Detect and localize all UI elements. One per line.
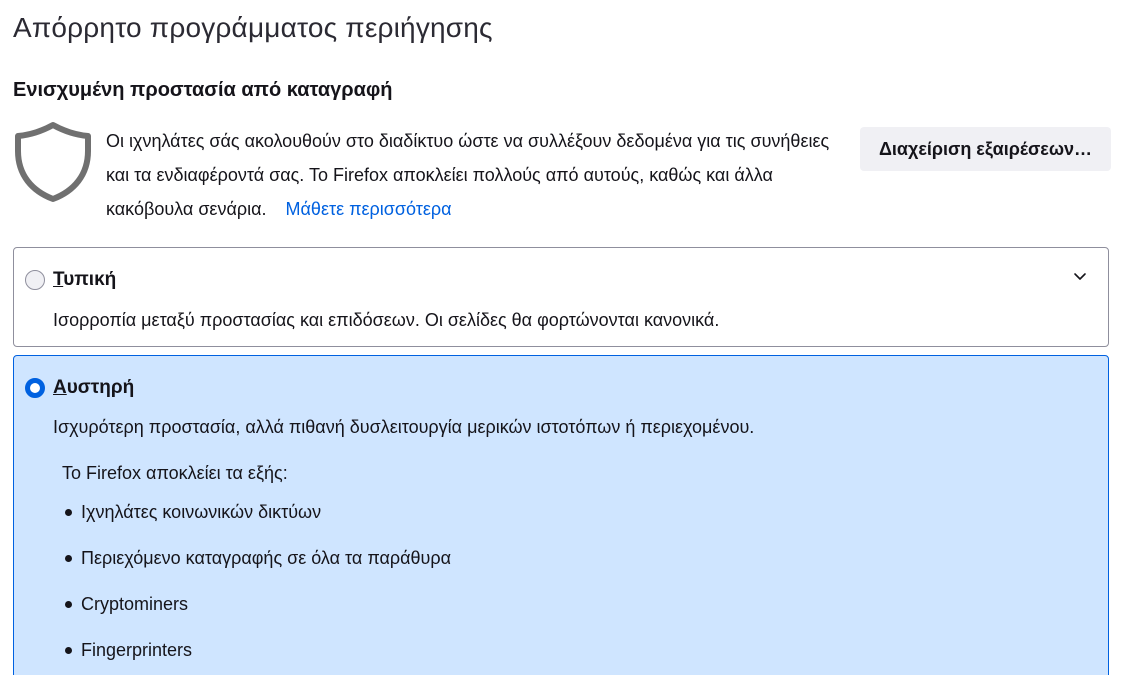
strict-description: Ισχυρότερη προστασία, αλλά πιθανή δυσλει…	[53, 417, 755, 437]
chevron-down-icon[interactable]	[1072, 268, 1088, 284]
list-item: Ιχνηλάτες κοινωνικών δικτύων	[62, 497, 451, 543]
list-item-text: Fingerprinters	[81, 640, 193, 660]
standard-label: Τυπική	[53, 269, 116, 291]
list-item-text: Ιχνηλάτες κοινωνικών δικτύων	[81, 502, 322, 522]
strict-blocks-intro: Το Firefox αποκλείει τα εξής:	[62, 463, 288, 483]
standard-label-rest: υπική	[63, 269, 117, 290]
etp-description: Οι ιχνηλάτες σάς ακολουθούν στο διαδίκτυ…	[106, 124, 846, 226]
standard-description: Ισορροπία μεταξύ προστασίας και επιδόσεω…	[53, 310, 720, 330]
list-item: Fingerprinters	[62, 635, 451, 675]
list-item-text: Cryptominers	[81, 594, 189, 614]
standard-radio[interactable]	[25, 270, 45, 290]
bullet	[65, 555, 72, 562]
strict-label: Αυστηρή	[53, 377, 134, 399]
bullet	[65, 647, 72, 654]
etp-section-title: Ενισχυμένη προστασία από καταγραφή	[13, 79, 393, 101]
manage-exceptions-button[interactable]: Διαχείριση εξαιρέσεων…	[860, 127, 1111, 171]
standard-label-accesskey: Τ	[53, 269, 64, 290]
bullet	[65, 601, 72, 608]
strict-blocks-list: Ιχνηλάτες κοινωνικών δικτύων Περιεχόμενο…	[62, 497, 451, 675]
privacy-settings-page: Απόρρητο προγράμματος περιήγησης Ενισχυμ…	[0, 0, 1124, 675]
option-card-strict[interactable]: Αυστηρή Ισχυρότερη προστασία, αλλά πιθαν…	[13, 355, 1109, 675]
strict-label-rest: υστηρή	[66, 377, 135, 398]
learn-more-link[interactable]: Μάθετε περισσότερα	[286, 199, 452, 219]
bullet	[65, 509, 72, 516]
option-card-standard[interactable]: Τυπική Ισορροπία μεταξύ προστασίας και ε…	[13, 247, 1109, 347]
page-title: Απόρρητο προγράμματος περιήγησης	[13, 12, 493, 43]
strict-radio[interactable]	[25, 378, 45, 398]
shield-icon	[15, 122, 91, 202]
list-item: Cryptominers	[62, 589, 451, 635]
list-item: Περιεχόμενο καταγραφής σε όλα τα παράθυρ…	[62, 543, 451, 589]
strict-label-accesskey: Α	[53, 377, 67, 398]
list-item-text: Περιεχόμενο καταγραφής σε όλα τα παράθυρ…	[81, 548, 452, 568]
etp-description-text: Οι ιχνηλάτες σάς ακολουθούν στο διαδίκτυ…	[106, 131, 830, 219]
